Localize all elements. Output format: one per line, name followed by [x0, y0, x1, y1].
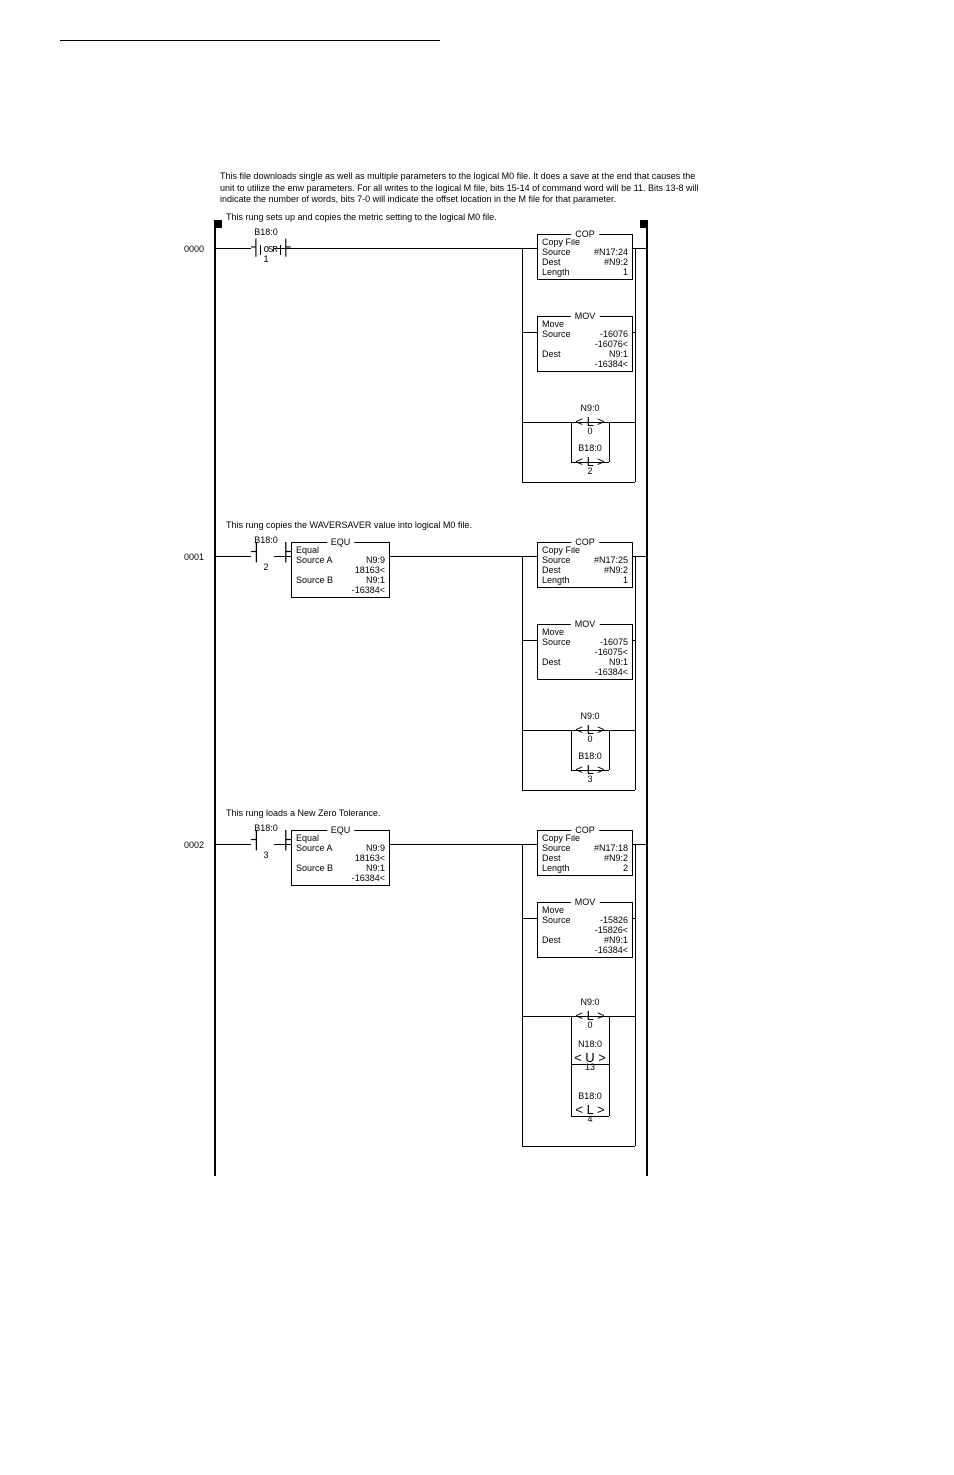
output-addr: N9:0 [572, 712, 608, 722]
intro-paragraph: This file downloads single as well as mu… [220, 171, 700, 206]
contact-bit: 3 [246, 851, 286, 861]
ladder-diagram: 0000 B18:0 ┤OSR├ 1 [214, 226, 648, 1176]
mov-instruction: MOV Move Source-15826 -15826< Dest#N9:1 … [537, 902, 633, 958]
cop-instruction: COP Copy File Source#N17:25 Dest#N9:2 Le… [537, 542, 633, 588]
rung-number: 0001 [184, 552, 204, 562]
output-addr: N9:0 [572, 998, 608, 1008]
mov-instruction: MOV Move Source-16076 -16076< DestN9:1 -… [537, 316, 633, 372]
rung2-desc: This rung loads a New Zero Tolerance. [226, 809, 596, 819]
osr-contact: ┤OSR├ [251, 243, 289, 255]
cop-instruction: COP Copy File Source#N17:18 Dest#N9:2 Le… [537, 830, 633, 876]
rung-number: 0002 [184, 840, 204, 850]
rung0-desc: This rung sets up and copies the metric … [226, 212, 954, 222]
rung1-desc: This rung copies the WAVERSAVER value in… [226, 521, 596, 531]
contact-addr: B18:0 [246, 228, 286, 238]
output-bit: 2 [572, 467, 608, 477]
equ-instruction: EQU Equal Source AN9:9 18163< Source BN9… [291, 830, 390, 886]
output-addr: B18:0 [572, 1092, 608, 1102]
mov-instruction: MOV Move Source-16075 -16075< DestN9:1 -… [537, 624, 633, 680]
rung-number: 0000 [184, 244, 204, 254]
output-bit: 13 [572, 1063, 608, 1073]
output-addr: B18:0 [572, 752, 608, 762]
xic-contact: ┤ ├ [251, 548, 290, 558]
contact-bit: 1 [246, 255, 286, 265]
output-addr: B18:0 [572, 444, 608, 454]
output-bit: 0 [572, 427, 608, 437]
output-bit: 0 [572, 1021, 608, 1031]
output-addr: N9:0 [572, 404, 608, 414]
output-bit: 3 [572, 775, 608, 785]
output-addr: N18:0 [572, 1040, 608, 1050]
output-bit: 4 [572, 1115, 608, 1125]
cop-instruction: COP Copy File Source#N17:24 Dest#N9:2 Le… [537, 234, 633, 280]
equ-instruction: EQU Equal Source AN9:9 18163< Source BN9… [291, 542, 390, 598]
contact-bit: 2 [246, 563, 286, 573]
xic-contact: ┤ ├ [251, 836, 290, 846]
output-bit: 0 [572, 735, 608, 745]
